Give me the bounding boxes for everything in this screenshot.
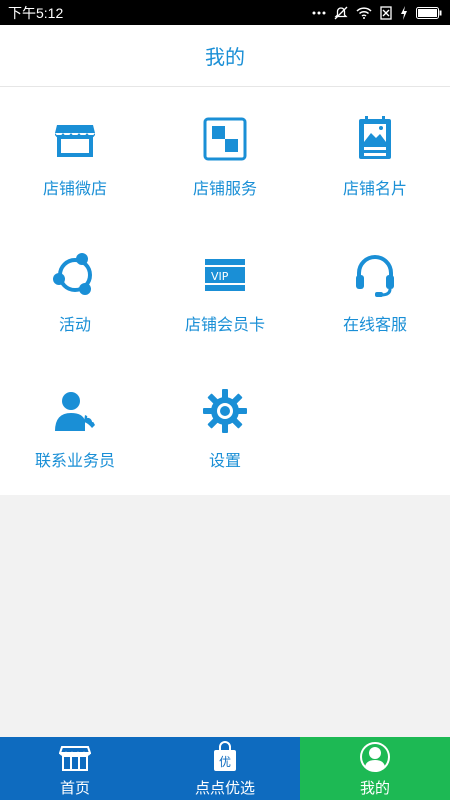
tab-home-label: 首页 (59, 779, 90, 797)
menu-item-online-support[interactable]: 在线客服 (300, 223, 450, 359)
vip-card-icon: VIP (205, 259, 245, 291)
menu-item-member-card[interactable]: VIP 店铺会员卡 (150, 223, 300, 359)
menu-item-label: 店铺微店 (42, 179, 107, 198)
menu-item-shop-microstore[interactable]: 店铺微店 (0, 87, 150, 223)
menu-item-activity[interactable]: 活动 (0, 223, 150, 359)
menu-item-label: 在线客服 (342, 315, 407, 334)
menu-item-label: 活动 (58, 315, 91, 334)
status-time: 下午5:12 (8, 4, 64, 21)
svg-text:VIP: VIP (211, 270, 229, 283)
store-icon (59, 746, 91, 771)
person-phone-icon (55, 392, 95, 431)
status-icons (312, 5, 442, 20)
tab-mine-label: 我的 (359, 779, 390, 797)
menu-item-label: 联系业务员 (34, 451, 115, 470)
shopping-bag-icon: 优 (214, 741, 236, 771)
status-bar: 下午5:12 (0, 0, 450, 25)
menu-item-shop-service[interactable]: 店铺服务 (150, 87, 300, 223)
app-header: 我的 (0, 25, 450, 87)
menu-item-label: 店铺服务 (192, 179, 257, 198)
menu-item-contact-salesperson[interactable]: 联系业务员 (0, 359, 150, 495)
menu-item-label: 店铺名片 (342, 179, 407, 198)
menu-item-shop-card[interactable]: 店铺名片 (300, 87, 450, 223)
headset-icon (356, 255, 394, 297)
menu-grid: 店铺微店 店铺服务 店铺名片 活动 VIP 店铺会员卡 在线客服 联系业务员 设… (0, 87, 450, 495)
tab-mine[interactable]: 我的 (300, 737, 450, 800)
photo-card-icon (359, 116, 391, 159)
storefront-icon (55, 125, 95, 157)
user-circle-icon (360, 742, 390, 772)
battery-icon (416, 6, 442, 19)
bottom-nav: 首页 优 点点优选 我的 (0, 737, 450, 800)
silent-bell-icon (334, 6, 348, 20)
menu-item-label: 店铺会员卡 (184, 315, 265, 334)
no-sim-icon (380, 5, 392, 20)
menu-item-settings[interactable]: 设置 (150, 359, 300, 495)
tab-home[interactable]: 首页 (0, 737, 150, 800)
more-dots-icon (312, 10, 326, 16)
bag-badge-text: 优 (219, 755, 231, 769)
share-circle-icon (53, 253, 92, 295)
tab-deals-label: 点点优选 (194, 779, 255, 797)
tab-deals[interactable]: 优 点点优选 (150, 737, 300, 800)
charging-icon (400, 5, 408, 20)
page-title: 我的 (205, 45, 245, 69)
gear-icon (203, 389, 247, 433)
squares-icon (203, 117, 247, 161)
menu-item-label: 设置 (208, 451, 241, 470)
wifi-icon (356, 6, 372, 19)
